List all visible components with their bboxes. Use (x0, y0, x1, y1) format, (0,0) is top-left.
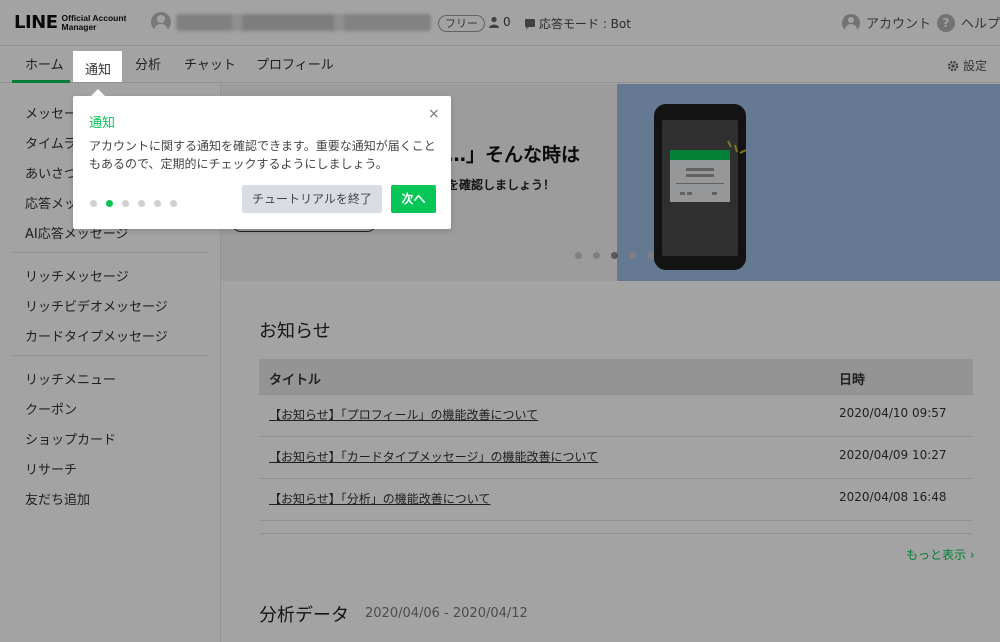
tab-notifications-label: 通知 (85, 63, 112, 78)
step-dot (122, 200, 129, 207)
popover-arrow (91, 89, 105, 96)
tab-notifications[interactable]: 通知 (73, 51, 122, 82)
next-button[interactable]: 次へ (391, 185, 436, 213)
tutorial-step-dots (90, 200, 177, 207)
popover-body: アカウントに関する通知を確認できます。重要な通知が届くこともあるので、定期的にチ… (89, 139, 436, 171)
step-dot (138, 200, 145, 207)
step-dot (170, 200, 177, 207)
tutorial-popover: 通知 × アカウントに関する通知を確認できます。重要な通知が届くこともあるので、… (73, 96, 451, 229)
close-icon[interactable]: × (428, 106, 440, 122)
step-dot (106, 200, 113, 207)
popover-title: 通知 (89, 116, 116, 131)
step-dot (154, 200, 161, 207)
step-dot (90, 200, 97, 207)
end-tutorial-button[interactable]: チュートリアルを終了 (242, 185, 382, 213)
